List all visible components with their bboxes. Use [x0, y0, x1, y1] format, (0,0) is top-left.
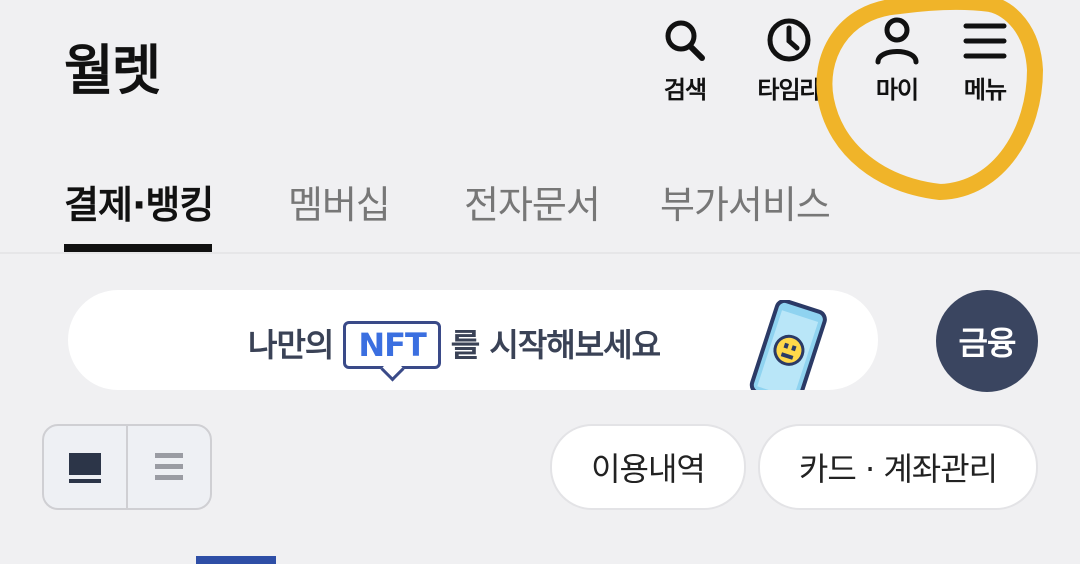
card-view-icon [69, 453, 101, 483]
tab-divider [0, 252, 1080, 254]
nft-badge: NFT [343, 321, 441, 369]
tab-extra-services[interactable]: 부가서비스 [660, 174, 831, 229]
timeline-button[interactable]: 타임라 [744, 14, 834, 114]
search-icon [665, 20, 705, 61]
search-label: 검색 [663, 76, 707, 104]
top-actions: 검색 타임라 마이 메뉴 [640, 14, 1060, 114]
card-preview-edge [196, 556, 276, 564]
tab-membership[interactable]: 멤버십 [288, 174, 391, 229]
person-icon [875, 17, 919, 65]
tab-payment-banking[interactable]: 결제·뱅킹 [64, 174, 214, 229]
usage-history-button[interactable]: 이용내역 [550, 424, 746, 510]
clock-icon [767, 18, 811, 62]
card-account-management-button[interactable]: 카드 · 계좌관리 [758, 424, 1038, 510]
banner-text-before: 나만의 [248, 326, 334, 364]
tab-e-documents[interactable]: 전자문서 [464, 174, 601, 229]
my-button[interactable]: 마이 [852, 14, 942, 114]
phone-smiley-illustration [749, 300, 827, 390]
view-toggle [42, 424, 212, 510]
my-label: 마이 [875, 76, 919, 104]
app-title: 월렛 [64, 39, 161, 102]
menu-button[interactable]: 메뉴 [940, 14, 1030, 114]
nft-banner[interactable]: 나만의 NFT 를 시작해보세요 [68, 290, 878, 390]
menu-icon [963, 23, 1007, 59]
timeline-label: 타임라 [757, 76, 821, 104]
list-view-toggle[interactable] [128, 426, 210, 508]
card-view-toggle[interactable] [44, 426, 128, 508]
search-button[interactable]: 검색 [640, 14, 730, 114]
active-tab-indicator [64, 244, 212, 252]
tab-bar: 결제·뱅킹 멤버십 전자문서 부가서비스 [0, 166, 1080, 256]
list-view-icon [155, 453, 183, 480]
menu-label: 메뉴 [963, 76, 1007, 104]
banner-text-after: 를 시작해보세요 [450, 326, 661, 364]
banner-text: 나만의 NFT 를 시작해보세요 [248, 320, 661, 369]
finance-button[interactable]: 금융 [936, 290, 1038, 392]
